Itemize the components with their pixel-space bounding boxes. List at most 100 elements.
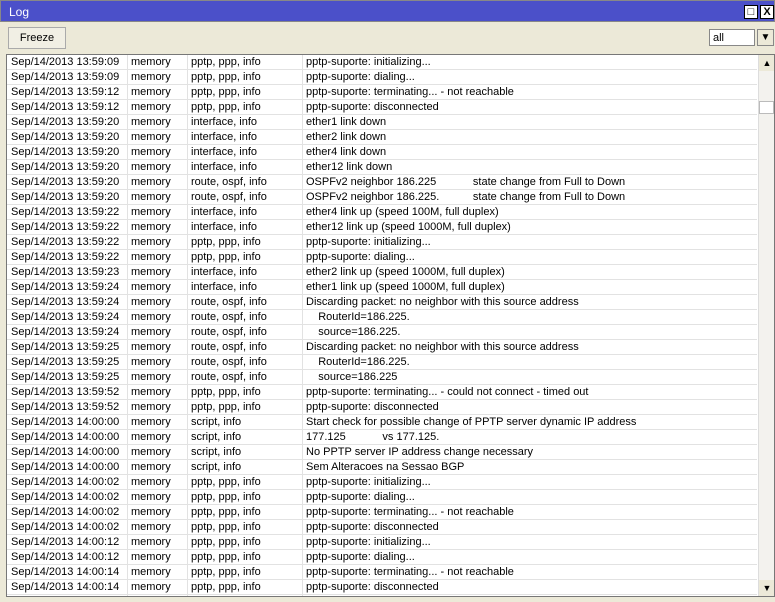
log-time: Sep/14/2013 14:00:02 <box>11 506 120 518</box>
filter-select[interactable]: all <box>709 29 755 46</box>
table-row[interactable]: Sep/14/2013 14:00:14 memory pptp, ppp, inf… <box>7 565 757 580</box>
table-row[interactable]: Sep/14/2013 13:59:24 memory interface, inf… <box>7 280 757 295</box>
table-row[interactable]: Sep/14/2013 13:59:25 memory route, ospf, i… <box>7 355 757 370</box>
log-buffer: memory <box>131 461 171 473</box>
log-buffer: memory <box>131 551 171 563</box>
log-topics: pptp, ppp, info <box>191 536 261 548</box>
table-row[interactable]: Sep/14/2013 13:59:20 memory route, ospf, i… <box>7 175 757 190</box>
table-row[interactable]: Sep/14/2013 14:00:14 memory pptp, ppp, inf… <box>7 580 757 595</box>
log-topics: script, info <box>191 446 242 458</box>
table-row[interactable]: Sep/14/2013 13:59:25 memory route, ospf, i… <box>7 370 757 385</box>
scroll-down-icon[interactable]: ▼ <box>759 580 774 596</box>
column-divider <box>187 55 188 596</box>
table-row[interactable]: Sep/14/2013 13:59:23 memory interface, inf… <box>7 265 757 280</box>
log-time: Sep/14/2013 13:59:23 <box>11 266 120 278</box>
freeze-button[interactable]: Freeze <box>8 27 66 49</box>
table-row[interactable]: Sep/14/2013 13:59:12 memory pptp, ppp, inf… <box>7 85 757 100</box>
log-time: Sep/14/2013 14:00:02 <box>11 476 120 488</box>
log-topics: interface, info <box>191 206 258 218</box>
table-row[interactable]: Sep/14/2013 14:00:12 memory pptp, ppp, inf… <box>7 550 757 565</box>
log-buffer: memory <box>131 311 171 323</box>
log-list: Sep/14/2013 14:00:14 memory pptp, ppp, inf… <box>6 54 775 597</box>
log-time: Sep/14/2013 13:59:20 <box>11 146 120 158</box>
log-topics: interface, info <box>191 131 258 143</box>
table-row[interactable]: Sep/14/2013 14:00:02 memory pptp, ppp, inf… <box>7 505 757 520</box>
log-topics: route, ospf, info <box>191 311 267 323</box>
table-row[interactable]: Sep/14/2013 14:00:00 memory script, info St… <box>7 415 757 430</box>
close-button[interactable]: X <box>760 5 774 19</box>
log-message: pptp-suporte: terminating... - not reach… <box>306 86 514 98</box>
log-buffer: memory <box>131 416 171 428</box>
log-topics: pptp, ppp, info <box>191 401 261 413</box>
table-row[interactable]: Sep/14/2013 13:59:52 memory pptp, ppp, inf… <box>7 400 757 415</box>
table-row[interactable]: Sep/14/2013 14:00:02 memory pptp, ppp, inf… <box>7 490 757 505</box>
table-row[interactable]: Sep/14/2013 14:00:00 memory script, info No… <box>7 445 757 460</box>
log-time: Sep/14/2013 13:59:22 <box>11 206 120 218</box>
log-topics: route, ospf, info <box>191 341 267 353</box>
table-row[interactable]: Sep/14/2013 14:00:02 memory pptp, ppp, inf… <box>7 520 757 535</box>
maximize-button[interactable]: □ <box>744 5 758 19</box>
log-message: pptp-suporte: initializing... <box>306 536 431 548</box>
log-time: Sep/14/2013 13:59:22 <box>11 221 120 233</box>
table-row[interactable]: Sep/14/2013 13:59:52 memory pptp, ppp, inf… <box>7 385 757 400</box>
log-time: Sep/14/2013 14:00:12 <box>11 536 120 548</box>
table-row[interactable]: Sep/14/2013 13:59:20 memory route, ospf, i… <box>7 190 757 205</box>
table-row[interactable]: Sep/14/2013 13:59:22 memory pptp, ppp, inf… <box>7 235 757 250</box>
table-row[interactable]: Sep/14/2013 13:59:24 memory route, ospf, i… <box>7 295 757 310</box>
table-row[interactable]: Sep/14/2013 14:00:12 memory pptp, ppp, inf… <box>7 535 757 550</box>
filter-dropdown-icon[interactable]: ▼ <box>757 29 774 46</box>
scroll-up-icon[interactable]: ▲ <box>759 55 774 71</box>
table-row[interactable]: Sep/14/2013 13:59:20 memory interface, inf… <box>7 160 757 175</box>
table-row[interactable]: Sep/14/2013 13:59:24 memory route, ospf, i… <box>7 325 757 340</box>
log-buffer: memory <box>131 386 171 398</box>
log-topics: pptp, ppp, info <box>191 86 261 98</box>
log-buffer: memory <box>131 266 171 278</box>
log-message: 177.125 vs 177.125. <box>306 431 440 443</box>
log-topics: pptp, ppp, info <box>191 506 261 518</box>
table-row[interactable]: Sep/14/2013 13:59:09 memory pptp, ppp, inf… <box>7 70 757 85</box>
table-row[interactable]: Sep/14/2013 13:59:20 memory interface, inf… <box>7 145 757 160</box>
log-time: Sep/14/2013 13:59:12 <box>11 86 120 98</box>
log-message: Start check for possible change of PPTP … <box>306 416 637 428</box>
log-message: pptp-suporte: dialing... <box>306 551 415 563</box>
log-buffer: memory <box>131 581 171 593</box>
table-row[interactable]: Sep/14/2013 14:00:02 memory pptp, ppp, inf… <box>7 475 757 490</box>
log-topics: pptp, ppp, info <box>191 251 261 263</box>
log-time: Sep/14/2013 14:00:00 <box>11 461 120 473</box>
table-row[interactable]: Sep/14/2013 13:59:22 memory pptp, ppp, inf… <box>7 250 757 265</box>
table-row[interactable]: Sep/14/2013 14:00:00 memory script, info 17… <box>7 430 757 445</box>
table-row[interactable]: Sep/14/2013 13:59:12 memory pptp, ppp, inf… <box>7 100 757 115</box>
table-row[interactable]: Sep/14/2013 13:59:25 memory route, ospf, i… <box>7 340 757 355</box>
table-row[interactable]: Sep/14/2013 13:59:09 memory pptp, ppp, inf… <box>7 55 757 70</box>
log-buffer: memory <box>131 521 171 533</box>
log-topics: pptp, ppp, info <box>191 566 261 578</box>
log-buffer: memory <box>131 341 171 353</box>
log-buffer: memory <box>131 161 171 173</box>
log-time: Sep/14/2013 14:00:02 <box>11 521 120 533</box>
log-message: ether2 link down <box>306 131 387 143</box>
log-buffer: memory <box>131 236 171 248</box>
log-topics: interface, info <box>191 161 258 173</box>
log-buffer: memory <box>131 71 171 83</box>
log-message: RouterId=186.225. <box>306 311 410 323</box>
vertical-scrollbar[interactable]: ▲ ▼ <box>758 55 774 596</box>
log-topics: script, info <box>191 461 242 473</box>
log-topics: pptp, ppp, info <box>191 71 261 83</box>
log-topics: script, info <box>191 416 242 428</box>
log-buffer: memory <box>131 146 171 158</box>
log-buffer: memory <box>131 356 171 368</box>
log-time: Sep/14/2013 13:59:24 <box>11 296 120 308</box>
table-row[interactable]: Sep/14/2013 13:59:20 memory interface, inf… <box>7 130 757 145</box>
table-row[interactable]: Sep/14/2013 13:59:22 memory interface, inf… <box>7 220 757 235</box>
log-topics: interface, info <box>191 221 258 233</box>
table-row[interactable]: Sep/14/2013 13:59:24 memory route, ospf, i… <box>7 310 757 325</box>
log-time: Sep/14/2013 13:59:25 <box>11 371 120 383</box>
log-time: Sep/14/2013 13:59:20 <box>11 191 120 203</box>
log-time: Sep/14/2013 13:59:25 <box>11 356 120 368</box>
table-row[interactable]: Sep/14/2013 13:59:20 memory interface, inf… <box>7 115 757 130</box>
log-topics: pptp, ppp, info <box>191 491 261 503</box>
scroll-thumb[interactable] <box>759 101 774 114</box>
table-row[interactable]: Sep/14/2013 13:59:22 memory interface, inf… <box>7 205 757 220</box>
table-row[interactable]: Sep/14/2013 14:00:00 memory script, info Se… <box>7 460 757 475</box>
log-message: RouterId=186.225. <box>306 356 410 368</box>
